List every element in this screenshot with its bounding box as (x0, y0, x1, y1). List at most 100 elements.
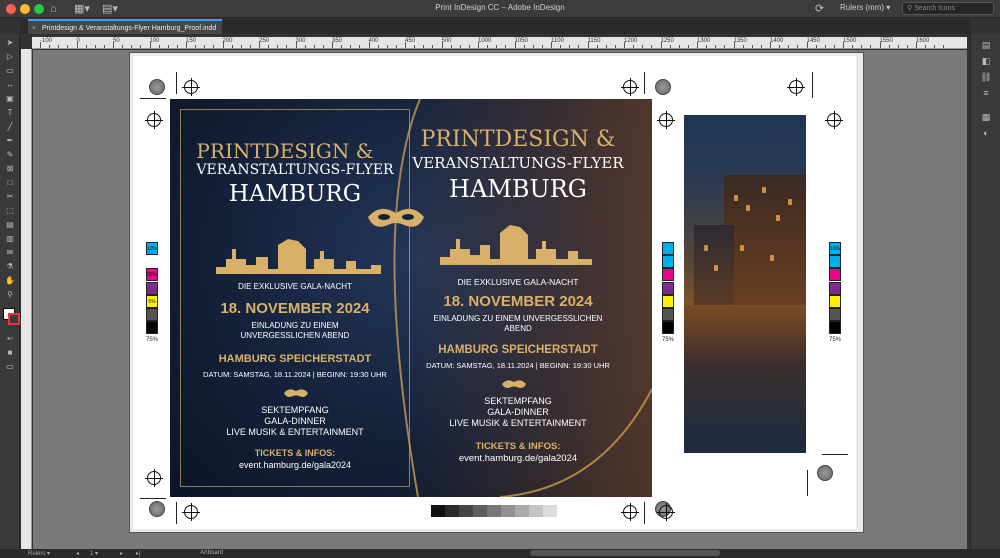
screen-mode-icon[interactable]: ▭ (5, 362, 15, 372)
pages-panel-icon[interactable]: ▤ (980, 40, 992, 50)
ruler-tick (149, 42, 151, 48)
gap-tool-icon[interactable]: ↔ (5, 80, 15, 90)
scissors-tool-icon[interactable]: ✂ (5, 192, 15, 202)
rectangle-frame-tool-icon[interactable]: ⊠ (5, 164, 15, 174)
flyer-event-type: DIE EXKLUSIVE GALA-NACHT (457, 277, 579, 287)
horizontal-scrollbar[interactable] (530, 550, 720, 556)
layers-panel-icon[interactable]: ◧ (980, 56, 992, 66)
crop-mark (176, 502, 177, 524)
ruler-tick (624, 42, 625, 48)
page-tool-icon[interactable]: ▭ (5, 66, 15, 76)
crop-mark (644, 502, 645, 524)
note-tool-icon[interactable]: ✉ (5, 248, 15, 258)
ruler-tick (870, 45, 871, 48)
flyer-artwork[interactable]: PRINTDESIGN & VERANSTALTUNGS-FLYER HAMBU… (170, 99, 652, 497)
sync-icon[interactable]: ⟳ (815, 2, 824, 16)
ruler-tick (240, 45, 242, 48)
panel-dock: ▤ ◧ ⛓ ≡ ▦ ◐ (970, 34, 1000, 550)
first-page-button[interactable]: ◂ (76, 550, 79, 557)
status-bar: Rulers ▾ ◂ 1 ▾ ▸ ▸| Artboard (0, 549, 1000, 558)
rectangle-tool-icon[interactable]: □ (5, 178, 15, 188)
magenta-swatch (829, 268, 841, 281)
photo-window-light (734, 195, 738, 201)
links-panel-icon[interactable]: ⛓ (980, 72, 992, 82)
formatting-affects-container-icon[interactable]: ▪▫ (5, 334, 15, 344)
pen-tool-icon[interactable]: ✒ (5, 136, 15, 146)
flyer-date: 18. NOVEMBER 2024 (443, 293, 593, 310)
ruler-label: 1450 (806, 38, 820, 44)
ruler-tick (186, 42, 187, 48)
color-panel-icon[interactable]: ◐ (980, 128, 992, 138)
tools-panel: ➤ ▷ ▭ ↔ ▣ T ╱ ✒ ✎ ⊠ □ ✂ ⬚ ▤ ▥ ✉ ⚗ ✋ ⚲ ▪▫… (0, 34, 20, 550)
direct-selection-tool-icon[interactable]: ▷ (5, 52, 15, 62)
speicherstadt-photo[interactable] (684, 115, 806, 453)
flyer-program-item: LIVE MUSIK & ENTERTAINMENT (449, 418, 587, 428)
document-tab[interactable]: × Printdesign & Veranstaltungs-Flyer Ham… (28, 19, 223, 36)
ruler-label: 1300 (697, 38, 711, 44)
crop-mark (140, 498, 166, 499)
ruler-tick (843, 42, 844, 48)
ruler-tick (213, 45, 214, 48)
ruler-tick (833, 45, 835, 48)
ruler-tick (569, 45, 570, 48)
stroke-panel-icon[interactable]: ≡ (980, 88, 992, 98)
ruler-tick (587, 42, 589, 48)
page-number-field[interactable]: 1 ▾ (90, 550, 98, 557)
ruler-label: 1200 (624, 38, 638, 44)
gradient-tool-icon[interactable]: ▤ (5, 220, 15, 230)
free-transform-tool-icon[interactable]: ⬚ (5, 206, 15, 216)
gradient-feather-tool-icon[interactable]: ▥ (5, 234, 15, 244)
stroke-swatch[interactable] (8, 313, 20, 325)
flyer-program-item: SEKTEMPFANG (484, 396, 552, 406)
ruler-tick (131, 45, 132, 48)
ruler-label: 400 (368, 38, 379, 44)
ruler-tick (724, 45, 725, 48)
ruler-tick (879, 42, 881, 48)
content-collector-icon[interactable]: ▣ (5, 94, 15, 104)
eyedropper-tool-icon[interactable]: ⚗ (5, 262, 15, 272)
mask-icon (368, 208, 424, 227)
ruler-tick (414, 45, 415, 48)
last-page-button[interactable]: ▸| (136, 550, 141, 557)
ruler-label: 1150 (587, 38, 601, 44)
flyer-invite-line1: EINLADUNG ZU EINEM UNVERGESSLICHEN (433, 314, 603, 323)
ruler-tick (140, 45, 141, 48)
swatches-panel-icon[interactable]: ▦ (980, 112, 992, 122)
ruler-tick (742, 45, 744, 48)
registration-mark (182, 78, 200, 96)
yellow-swatch: 5% (146, 295, 158, 308)
zoom-tool-icon[interactable]: ⚲ (5, 290, 15, 300)
flyer-datetime: DATUM: SAMSTAG, 18.11.2024 | BEGINN: 19:… (203, 370, 387, 379)
flyer-invite-line2: ABEND (504, 324, 532, 333)
view-mode-select[interactable]: Rulers ▾ (28, 550, 50, 557)
violet-swatch (829, 282, 841, 295)
type-tool-icon[interactable]: T (5, 108, 15, 118)
hand-tool-icon[interactable]: ✋ (5, 276, 15, 286)
ruler-tick (824, 45, 826, 48)
photo-window-light (788, 199, 792, 205)
search-input[interactable]: ⚲ Search Icons (902, 2, 994, 15)
photo-window-light (762, 187, 766, 193)
vertical-ruler[interactable] (21, 49, 32, 549)
ruler-tick (669, 45, 671, 48)
flyer-url: event.hamburg.de/gala2024 (238, 460, 352, 470)
apply-color-icon[interactable]: ■ (5, 348, 15, 358)
flyer-title-line1: PRINTDESIGN & (420, 127, 616, 152)
next-page-button[interactable]: ▸ (120, 550, 123, 557)
selection-tool-icon[interactable]: ➤ (5, 38, 15, 48)
ruler-tick (204, 45, 205, 48)
ruler-tick (697, 42, 698, 48)
ruler-label: -100 (40, 38, 53, 44)
gray-swatch (146, 308, 158, 321)
flyer-event-type: DIE EXKLUSIVE GALA-NACHT (238, 282, 352, 291)
gray-step (487, 505, 501, 517)
horizontal-ruler[interactable]: -100 0 50 100 150 200 250 300 350 400 450 500 1000 10… (32, 37, 967, 49)
photo-window-light (740, 245, 744, 251)
pencil-tool-icon[interactable]: ✎ (5, 150, 15, 160)
line-tool-icon[interactable]: ╱ (5, 122, 15, 132)
gray-swatch (829, 308, 841, 321)
workspace-switcher[interactable]: Rulers (mm) ▾ (840, 3, 890, 12)
flyer-program-item: LIVE MUSIK & ENTERTAINMENT (226, 427, 364, 437)
close-tab-icon[interactable]: × (32, 21, 36, 36)
ruler-tick (906, 45, 908, 48)
